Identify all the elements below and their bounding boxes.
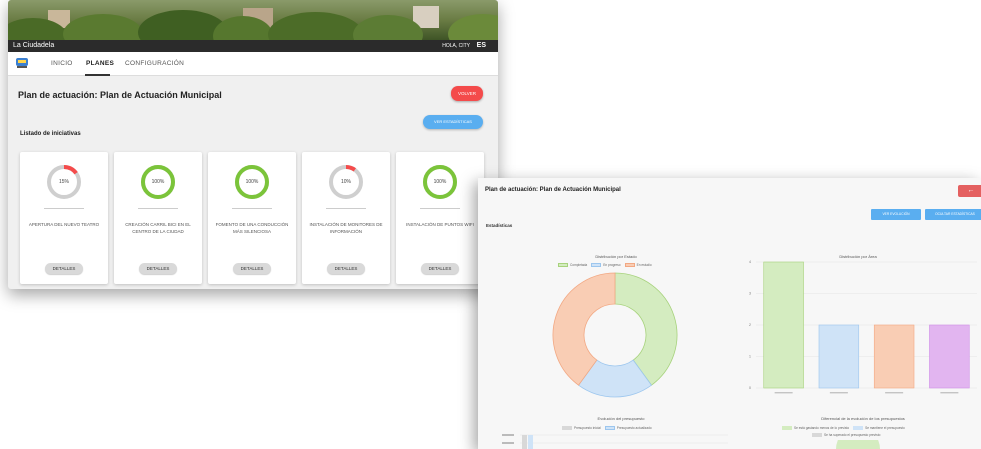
initiative-name: APERTURA DEL NUEVO TEATRO <box>28 222 100 227</box>
main-nav: INICIO PLANES CONFIGURACIÓN <box>8 52 498 76</box>
details-button[interactable]: DETALLES <box>139 263 177 274</box>
initiative-name: INSTALACIÓN DE PUNTOS WIFI <box>406 222 474 227</box>
city-banner-image <box>8 0 498 40</box>
legend-swatch-estudio <box>624 263 635 267</box>
legend-label: Se está gastando menos de lo previsto <box>794 426 850 430</box>
nav-item-inicio[interactable]: INICIO <box>51 60 73 67</box>
stats-page-title: Plan de actuación: Plan de Actuación Mun… <box>485 187 621 193</box>
nav-item-configuracion[interactable]: CONFIGURACIÓN <box>125 60 184 67</box>
progress-percent: 100% <box>245 179 259 185</box>
budget-chart-partial <box>502 434 728 449</box>
hide-statistics-button[interactable]: OCULTAR ESTADÍSTICAS <box>925 209 981 220</box>
bar-chart-title: Distribución por Área <box>839 254 877 259</box>
app-title: La Ciudadela <box>13 42 55 49</box>
area-bar[interactable] <box>763 261 804 389</box>
arrow-left-icon: ← <box>967 187 975 194</box>
budget-diff-title: Diferencial de la evolución de los presu… <box>821 416 905 421</box>
progress-percent: 100% <box>151 179 165 185</box>
progress-percent: 10% <box>340 179 351 185</box>
legend-label: En estudio <box>636 263 652 267</box>
budget-chart-title: Evolución del presupuesto <box>597 416 645 421</box>
initiative-name: FOMENTO DE UNA CONDUCCIÓN MÁS SILENCIOSA <box>215 222 289 234</box>
budget-bar-initial <box>522 435 527 449</box>
budget-diff-legend-2: Se ha superado el presupuesto previsto <box>808 433 880 437</box>
status-donut-chart <box>552 272 678 398</box>
legend-swatch-progreso <box>591 263 602 267</box>
y-tick-label: 3 <box>749 292 751 296</box>
x-tick-label <box>774 392 793 394</box>
back-button[interactable]: ← <box>958 185 981 197</box>
legend-swatch-updated <box>604 426 615 430</box>
active-tab-indicator <box>85 74 110 76</box>
progress-percent: 15% <box>58 179 69 185</box>
details-button[interactable]: DETALLES <box>45 263 83 274</box>
card-divider <box>232 208 272 209</box>
y-tick-label: 0 <box>749 386 751 390</box>
legend-swatch-initial <box>562 426 572 430</box>
details-button[interactable]: DETALLES <box>327 263 365 274</box>
legend-label: Se ha superado el presupuesto previsto <box>824 433 881 437</box>
y-tick-label: 4 <box>749 260 751 264</box>
statistics-window: Plan de actuación: Plan de Actuación Mun… <box>478 178 981 449</box>
initiative-card[interactable]: 100% FOMENTO DE UNA CONDUCCIÓN MÁS SILENC… <box>208 152 296 284</box>
legend-swatch-over <box>812 433 822 437</box>
initiative-name: CREACIÓN CARRIL BICI EN EL CENTRO DE LA … <box>125 222 191 234</box>
initiative-card[interactable]: 15% APERTURA DEL NUEVO TEATRO DETALLES <box>20 152 108 284</box>
budget-diff-chart-partial <box>836 440 880 449</box>
area-bar[interactable] <box>873 324 915 389</box>
legend-swatch-under <box>782 426 792 430</box>
area-bar[interactable] <box>818 324 860 389</box>
card-divider <box>44 208 84 209</box>
initiatives-heading: Listado de iniciativas <box>20 131 81 137</box>
card-divider <box>420 208 460 209</box>
legend-label: Se mantiene el presupuesto <box>865 426 905 430</box>
area-bar[interactable] <box>929 324 970 389</box>
y-tick-label: 2 <box>749 323 751 327</box>
app-header-bar: La Ciudadela HOLA, CITY ES <box>8 40 498 52</box>
initiative-card[interactable]: 10% INSTALACIÓN DE MONITORES DE INFORMACI… <box>302 152 390 284</box>
area-bar-chart: 0 1 2 3 4 <box>749 260 977 394</box>
progress-percent: 100% <box>433 179 447 185</box>
initiative-card[interactable]: 100% INSTALACIÓN DE PUNTOS WIFI DETALLES <box>396 152 484 284</box>
legend-label: En progreso <box>603 263 621 267</box>
language-selector[interactable]: ES <box>477 42 486 49</box>
x-tick-label <box>829 392 848 394</box>
city-logo-icon[interactable] <box>15 56 29 70</box>
budget-diff-legend: Se está gastando menos de lo previsto Se… <box>778 426 905 430</box>
initiative-card[interactable]: 100% CREACIÓN CARRIL BICI EN EL CENTRO DE… <box>114 152 202 284</box>
screenshot-stage: La Ciudadela HOLA, CITY ES INICIO PLANES… <box>0 0 981 449</box>
details-button[interactable]: DETALLES <box>421 263 459 274</box>
x-tick-label <box>885 392 904 394</box>
view-statistics-button[interactable]: VER ESTADÍSTICAS <box>423 115 483 129</box>
view-evolution-button[interactable]: VER EVOLUCIÓN <box>871 209 921 220</box>
volver-button[interactable]: VOLVER <box>451 86 483 101</box>
card-divider <box>138 208 178 209</box>
legend-label: Completada <box>570 263 588 267</box>
details-button[interactable]: DETALLES <box>233 263 271 274</box>
legend-label: Presupuesto inicial <box>574 426 601 430</box>
card-divider <box>326 208 366 209</box>
nav-item-planes[interactable]: PLANES <box>86 60 114 67</box>
legend-swatch-completada <box>558 263 568 267</box>
x-tick-label <box>940 392 959 394</box>
initiative-name: INSTALACIÓN DE MONITORES DE INFORMACIÓN <box>309 222 383 234</box>
budget-legend: Presupuesto inicial Presupuesto actualiz… <box>558 426 652 430</box>
donut-chart-title: Distribución por Estado <box>595 254 637 259</box>
legend-swatch-same <box>853 426 864 430</box>
donut-legend: Completada En progreso En estudio <box>554 263 652 267</box>
page-title: Plan de actuación: Plan de Actuación Mun… <box>18 90 222 100</box>
plan-window: La Ciudadela HOLA, CITY ES INICIO PLANES… <box>8 0 498 289</box>
y-tick-label: 1 <box>749 355 751 359</box>
budget-bar-updated <box>528 435 533 449</box>
legend-label: Presupuesto actualizado <box>616 426 652 430</box>
statistics-heading: Estadísticas <box>486 223 513 228</box>
user-greeting[interactable]: HOLA, CITY <box>442 43 470 49</box>
